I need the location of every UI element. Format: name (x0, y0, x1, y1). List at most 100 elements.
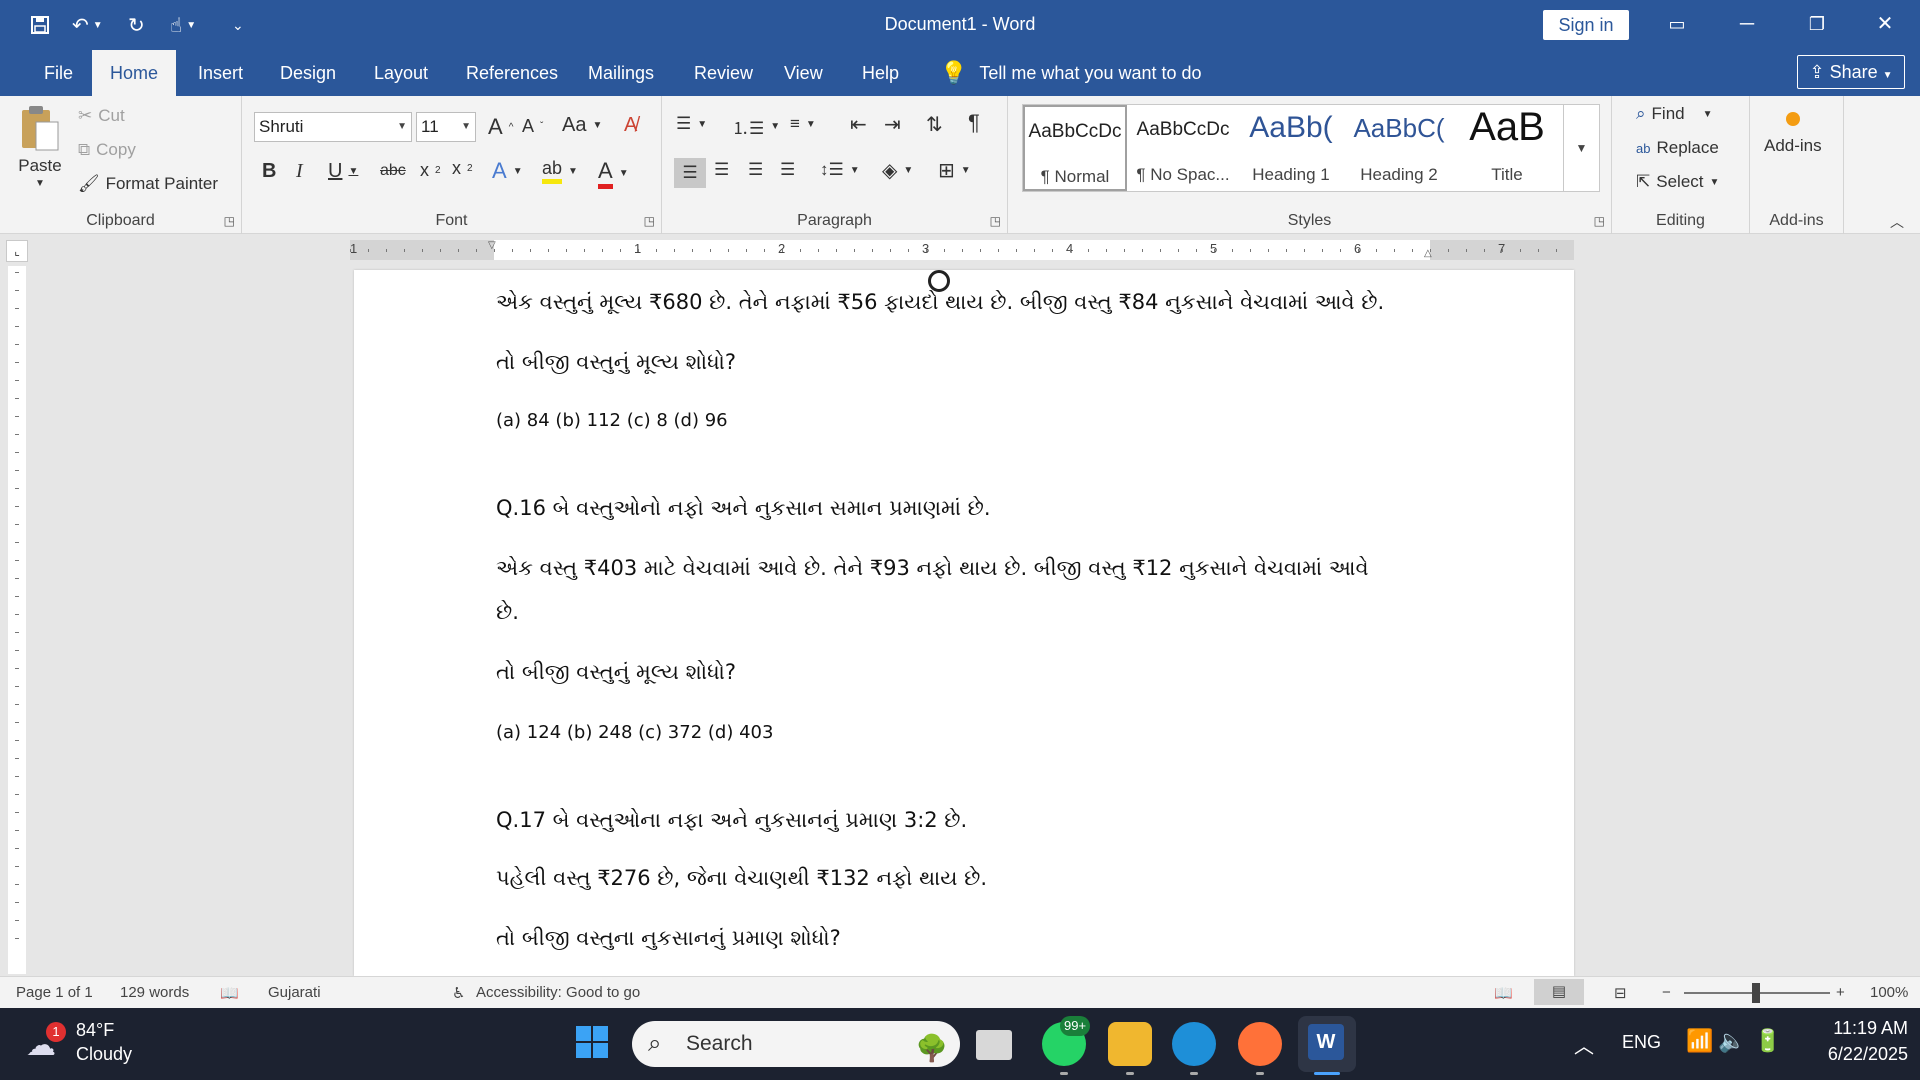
doc-line[interactable]: Q.16 બે વસ્તુઓનો નફો અને નુકસાન સમાન પ્ર… (496, 496, 991, 521)
change-case-icon[interactable]: Aa ▼ (562, 114, 602, 137)
doc-line[interactable]: તો બીજી વસ્તુના નુકસાનનું પ્રમાણ શોધો? (496, 926, 841, 951)
task-view-icon[interactable] (976, 1030, 1012, 1060)
styles-more-icon[interactable]: ▼ (1563, 105, 1599, 191)
tab-insert[interactable]: Insert (184, 50, 257, 96)
underline-icon[interactable]: U ▼ (328, 160, 358, 183)
zoom-slider-thumb[interactable] (1752, 983, 1760, 1003)
horizontal-ruler[interactable]: 1 1 2 3 4 5 6 7 ▽ △ (350, 240, 1574, 260)
sign-in-button[interactable]: Sign in (1543, 10, 1629, 40)
italic-icon[interactable]: I (296, 160, 303, 183)
doc-line[interactable]: તો બીજી વસ્તુનું મૂલ્ય શોધો? (496, 660, 736, 685)
web-layout-icon[interactable]: ⊟ (1614, 984, 1627, 1002)
doc-line[interactable]: Q.17 બે વસ્તુઓના નફા અને નુકસાનનું પ્રમા… (496, 808, 967, 833)
align-right-icon[interactable]: ☰ (748, 160, 763, 180)
speaker-icon[interactable]: 🔈 (1718, 1028, 1745, 1054)
tab-view[interactable]: View (770, 50, 837, 96)
find-button[interactable]: ⌕ Find ▼ (1636, 104, 1713, 124)
word-count[interactable]: 129 words (120, 984, 189, 1001)
style-heading-2[interactable]: AaBbC( Heading 2 (1347, 105, 1451, 191)
taskbar-search[interactable]: ⌕ Search 🌳 (632, 1021, 960, 1067)
multilevel-list-icon[interactable]: ≡ ▼ (790, 114, 816, 134)
weather-widget[interactable]: ☁ 1 (26, 1022, 66, 1062)
addins-button[interactable]: Add-ins (1764, 106, 1822, 156)
dialog-launcher-icon[interactable]: ◳ (990, 214, 1001, 228)
doc-line[interactable]: છે. (496, 600, 519, 625)
whatsapp-icon[interactable]: 99+ (1042, 1016, 1091, 1066)
print-layout-icon[interactable]: ▤ (1534, 979, 1584, 1005)
style-no-spacing[interactable]: AaBbCcDc ¶ No Spac... (1131, 105, 1235, 191)
line-spacing-icon[interactable]: ↕☰ ▼ (820, 160, 860, 180)
firefox-icon[interactable] (1238, 1022, 1282, 1066)
doc-line[interactable]: પહેલી વસ્તુ ₹276 છે, જેના વેચાણથી ₹132 ન… (496, 866, 987, 891)
bold-icon[interactable]: B (262, 160, 276, 183)
share-button[interactable]: ⇪ Share ▼ (1797, 55, 1905, 89)
shading-icon[interactable]: ◈ ▼ (882, 158, 913, 183)
paste-button[interactable]: Paste ▼ (18, 104, 62, 189)
accessibility-status[interactable]: Accessibility: Good to go (476, 984, 640, 1001)
file-explorer-icon[interactable] (1108, 1022, 1152, 1066)
wifi-icon[interactable]: 📶 (1686, 1028, 1713, 1054)
dialog-launcher-icon[interactable]: ◳ (224, 214, 235, 228)
input-language[interactable]: ENG (1622, 1032, 1661, 1053)
tab-design[interactable]: Design (266, 50, 350, 96)
tell-me-search[interactable]: 💡 Tell me what you want to do (940, 50, 1202, 96)
align-left-icon[interactable]: ☰ (674, 158, 706, 188)
battery-icon[interactable]: 🔋 (1754, 1028, 1781, 1054)
strikethrough-icon[interactable]: abc (380, 162, 406, 180)
clock-date[interactable]: 6/22/2025 (1808, 1044, 1908, 1065)
doc-line[interactable]: (a) 84 (b) 112 (c) 8 (d) 96 (496, 410, 728, 431)
doc-line[interactable]: એક વસ્તુ ₹403 માટે વેચવામાં આવે છે. તેને… (496, 556, 1369, 581)
style-heading-1[interactable]: AaBb( Heading 1 (1239, 105, 1343, 191)
align-center-icon[interactable]: ☰ (714, 160, 729, 180)
restore-icon[interactable]: ❐ (1782, 0, 1852, 50)
copy-button[interactable]: ⧉ Copy (78, 140, 136, 160)
collapse-ribbon-icon[interactable]: ︿ (1890, 212, 1904, 232)
font-name-combo[interactable]: Shruti ▼ (254, 112, 412, 142)
doc-line[interactable]: તો બીજી વસ્તુનું મૂલ્ય શોધો? (496, 350, 736, 375)
page-count[interactable]: Page 1 of 1 (16, 984, 93, 1001)
cut-button[interactable]: ✂ Cut (78, 106, 125, 126)
word-taskbar-icon[interactable]: W (1298, 1016, 1356, 1072)
dialog-launcher-icon[interactable]: ◳ (1594, 214, 1605, 228)
temperature[interactable]: 84°F (76, 1020, 114, 1041)
vertical-ruler[interactable] (8, 266, 26, 974)
zoom-in-icon[interactable]: + (1836, 984, 1845, 1001)
superscript-icon[interactable]: x2 (452, 158, 473, 179)
decrease-indent-icon[interactable]: ⇤ (850, 112, 867, 137)
windows-start-icon[interactable] (572, 1022, 616, 1066)
show-formatting-marks-icon[interactable]: ¶ (968, 110, 980, 136)
doc-line[interactable]: (a) 124 (b) 248 (c) 372 (d) 403 (496, 722, 773, 743)
borders-icon[interactable]: ⊞ ▼ (938, 158, 971, 183)
edge-icon[interactable] (1172, 1022, 1216, 1066)
tab-mailings[interactable]: Mailings (574, 50, 668, 96)
zoom-out-icon[interactable]: − (1662, 984, 1671, 1001)
bullets-icon[interactable]: ☰ ▼ (676, 114, 707, 134)
dialog-launcher-icon[interactable]: ◳ (644, 214, 655, 228)
text-effects-icon[interactable]: A ▼ (492, 158, 523, 184)
language[interactable]: Gujarati (268, 984, 321, 1001)
clock-time[interactable]: 11:19 AM (1808, 1018, 1908, 1039)
document-page[interactable]: એક વસ્તુનું મૂલ્ય ₹680 છે. તેને નફામાં ₹… (354, 270, 1574, 976)
style-normal[interactable]: AaBbCcDc ¶ Normal (1023, 105, 1127, 191)
weather-condition[interactable]: Cloudy (76, 1044, 132, 1065)
font-color-icon[interactable]: A ▼ (598, 158, 629, 189)
tab-layout[interactable]: Layout (360, 50, 442, 96)
minimize-icon[interactable]: ─ (1712, 0, 1782, 50)
grow-font-icon[interactable]: A ^ (488, 114, 513, 140)
tab-home[interactable]: Home (92, 50, 176, 96)
tab-file[interactable]: File (30, 50, 87, 96)
read-mode-icon[interactable]: 📖 (1494, 984, 1513, 1002)
sort-icon[interactable]: ⇅ (926, 112, 943, 137)
chevron-up-icon[interactable]: ︿ (1574, 1030, 1594, 1059)
select-button[interactable]: ⇱ Select ▼ (1636, 172, 1719, 192)
tab-references[interactable]: References (452, 50, 572, 96)
increase-indent-icon[interactable]: ⇥ (884, 112, 901, 137)
tab-review[interactable]: Review (680, 50, 767, 96)
clear-formatting-icon[interactable]: A̸ (624, 114, 637, 137)
doc-line[interactable]: એક વસ્તુનું મૂલ્ય ₹680 છે. તેને નફામાં ₹… (496, 290, 1384, 315)
subscript-icon[interactable]: x2 (420, 160, 441, 181)
ribbon-display-icon[interactable]: ▭ (1642, 0, 1712, 50)
tab-selector[interactable]: ⌞ (6, 240, 28, 262)
format-painter-button[interactable]: 🖌 Format Painter (78, 174, 218, 194)
font-size-combo[interactable]: 11 ▼ (416, 112, 476, 142)
